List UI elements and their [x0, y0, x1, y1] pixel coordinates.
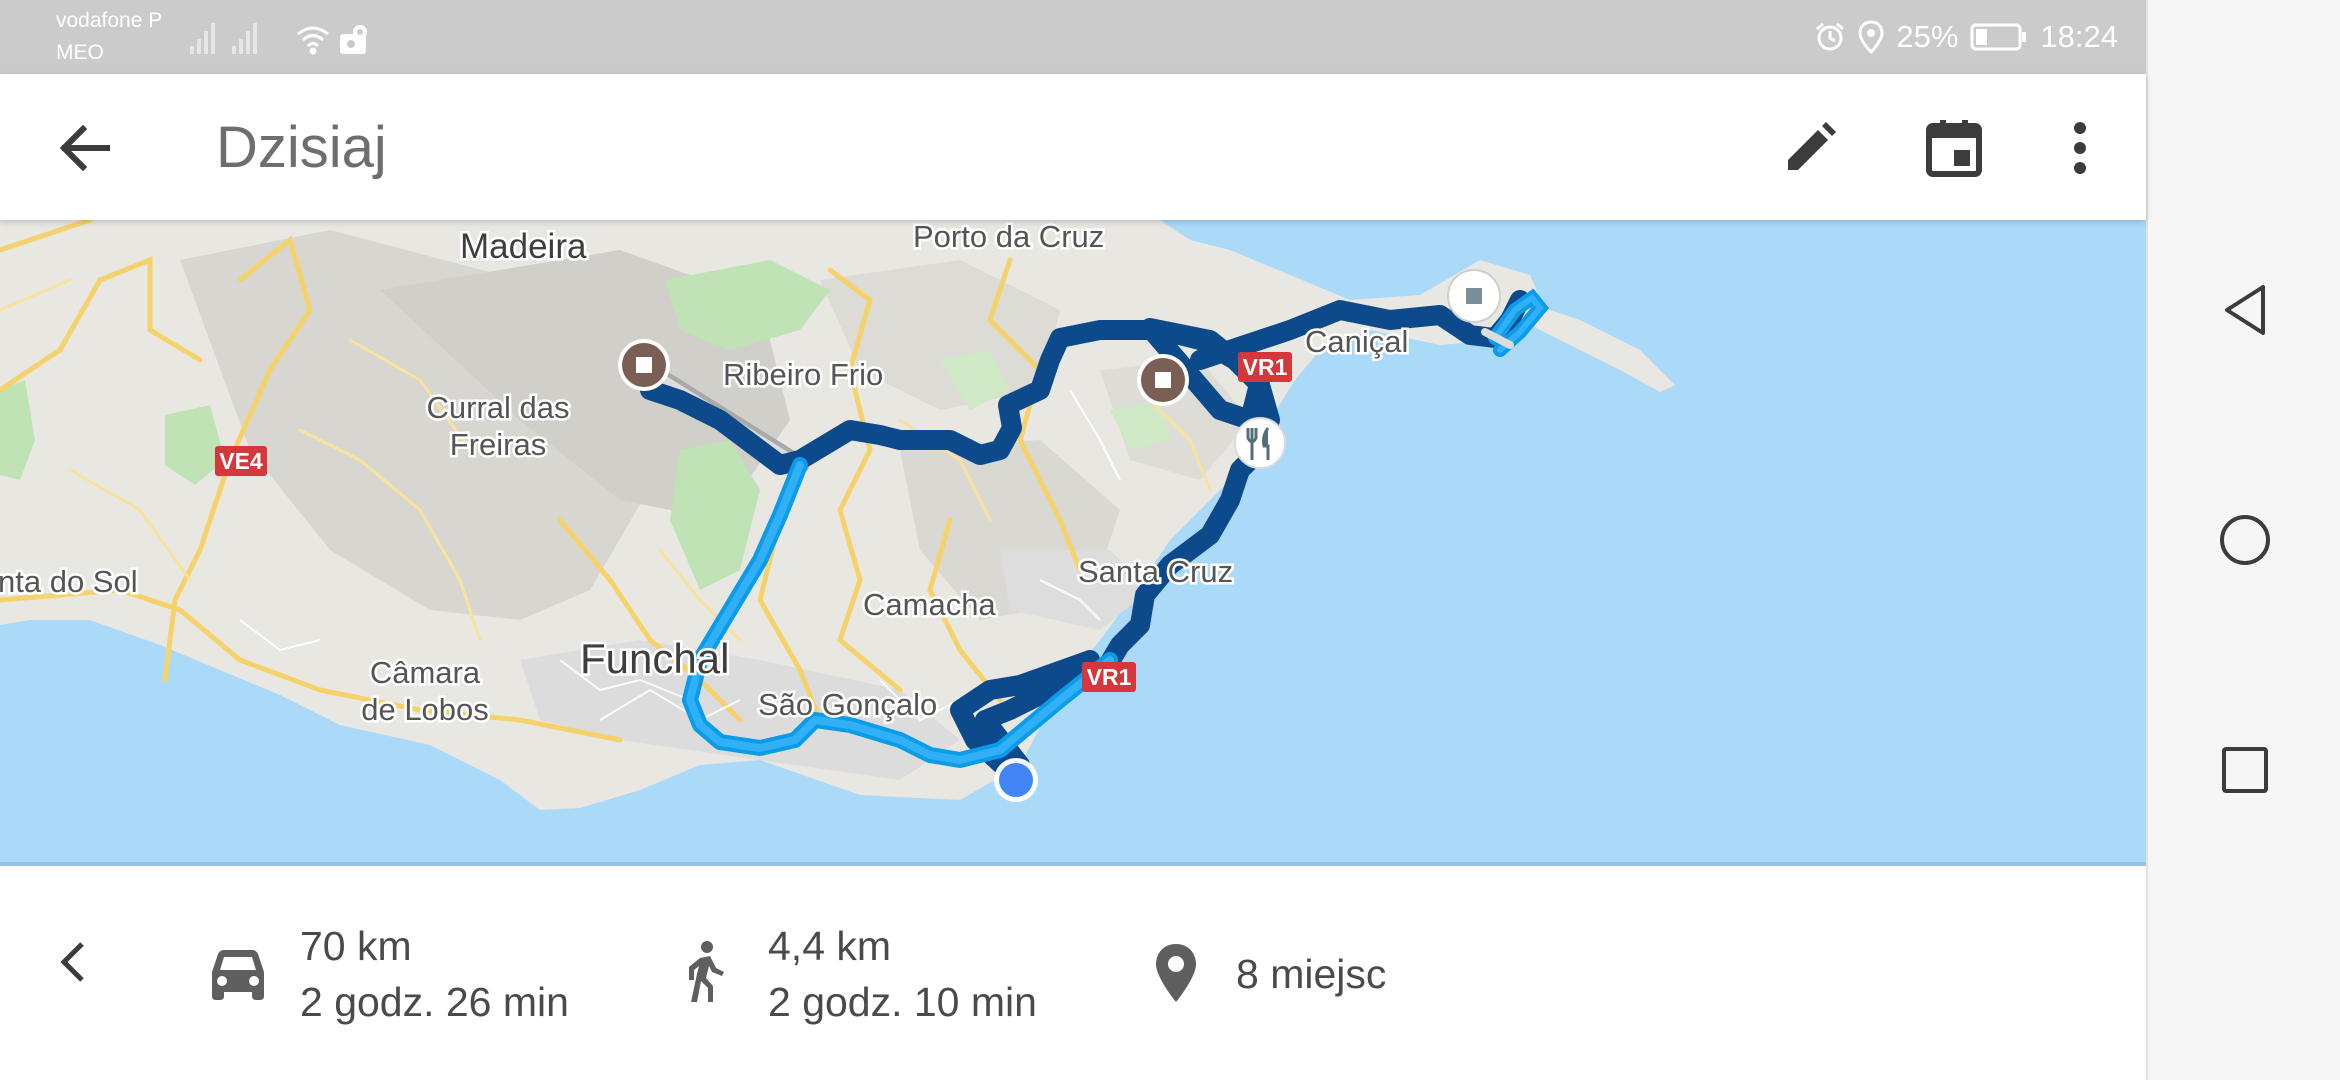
battery-icon	[1970, 23, 2027, 51]
place-marker-icon[interactable]	[1447, 269, 1501, 323]
road-shield-ve4: VE4	[215, 446, 267, 476]
home-circle-icon	[2220, 515, 2270, 565]
map-canvas[interactable]: VE4 VR1 VR1 Madeira Porto da Cruz Ribeir…	[0, 220, 2146, 862]
label-curral-2: Freiras	[450, 427, 546, 462]
back-arrow-icon	[59, 124, 110, 172]
system-back-button[interactable]	[2202, 270, 2288, 350]
alarm-icon	[1816, 22, 1845, 51]
carrier-2-label: MEO	[56, 41, 104, 64]
label-santa-cruz: Santa Cruz	[1078, 554, 1233, 589]
place-marker-icon[interactable]	[1137, 354, 1189, 406]
label-funchal: Funchal	[580, 635, 729, 682]
road-shield-vr1-bottom: VR1	[1082, 662, 1136, 692]
car-icon	[208, 948, 268, 1007]
app-bar: Dzisiaj	[0, 74, 2146, 220]
current-location-dot	[994, 758, 1038, 802]
walk-icon	[682, 940, 726, 1009]
chevron-left-icon	[60, 942, 84, 982]
driving-distance: 70 km	[300, 923, 412, 969]
signal-icon	[232, 23, 257, 54]
restaurant-icon[interactable]	[1234, 417, 1286, 469]
signal-icon	[190, 23, 215, 54]
place-pin-icon	[1154, 942, 1198, 1009]
driving-time: 2 godz. 26 min	[300, 979, 569, 1025]
label-camacha: Camacha	[863, 587, 996, 622]
edit-pencil-icon	[1788, 122, 1836, 170]
svg-text:VR1: VR1	[1087, 664, 1132, 690]
system-navigation-bar	[2146, 0, 2340, 1080]
walking-time: 2 godz. 10 min	[768, 979, 1037, 1025]
status-bar: vodafone P MEO 25% 18:24	[0, 0, 2146, 74]
more-vert-icon	[2074, 122, 2086, 174]
more-options-button[interactable]	[2056, 110, 2104, 186]
connectivity-icons	[190, 23, 367, 55]
svg-text:VR1: VR1	[1243, 354, 1288, 380]
back-triangle-icon	[2225, 285, 2265, 335]
label-camara-2: de Lobos	[361, 692, 489, 727]
previous-day-button[interactable]	[46, 924, 98, 1000]
label-ribeiro-frio: Ribeiro Frio	[723, 357, 883, 392]
wifi-icon	[297, 26, 329, 55]
map-view[interactable]: VE4 VR1 VR1 Madeira Porto da Cruz Ribeir…	[0, 220, 2146, 862]
place-marker-icon[interactable]	[618, 339, 670, 391]
walking-stats: 4,4 km 2 godz. 10 min	[768, 918, 1037, 1030]
label-canical: Caniçal	[1305, 324, 1408, 359]
recents-square-icon	[2222, 747, 2268, 793]
svg-text:VE4: VE4	[219, 448, 263, 474]
calendar-button[interactable]	[1914, 110, 1994, 186]
label-porto-da-cruz: Porto da Cruz	[913, 220, 1104, 254]
back-button[interactable]	[44, 114, 124, 182]
carrier-1-label: vodafone P	[56, 9, 163, 32]
label-curral-1: Curral das	[427, 390, 570, 425]
label-madeira: Madeira	[460, 227, 587, 266]
label-ponta-do-sol: nta do Sol	[0, 564, 138, 599]
page-title: Dzisiaj	[216, 115, 387, 180]
location-sharing-icon	[340, 25, 367, 54]
system-home-button[interactable]	[2202, 500, 2288, 580]
system-recents-button[interactable]	[2202, 730, 2288, 810]
road-shield-vr1-top: VR1	[1238, 352, 1292, 382]
driving-stats: 70 km 2 godz. 26 min	[300, 918, 569, 1030]
edit-button[interactable]	[1770, 110, 1850, 186]
status-right-group: 25% 18:24	[1814, 14, 2118, 60]
day-summary-panel: 70 km 2 godz. 26 min 4,4 km 2 godz. 10 m…	[0, 862, 2146, 1080]
battery-percent: 25%	[1896, 19, 1959, 54]
label-sao-goncalo: São Gonçalo	[758, 687, 937, 722]
walking-distance: 4,4 km	[768, 923, 892, 969]
location-icon	[1858, 20, 1884, 54]
calendar-icon	[1926, 120, 1982, 177]
clock: 18:24	[2040, 19, 2118, 54]
places-count: 8 miejsc	[1236, 951, 1387, 997]
label-camara-1: Câmara	[370, 655, 481, 690]
